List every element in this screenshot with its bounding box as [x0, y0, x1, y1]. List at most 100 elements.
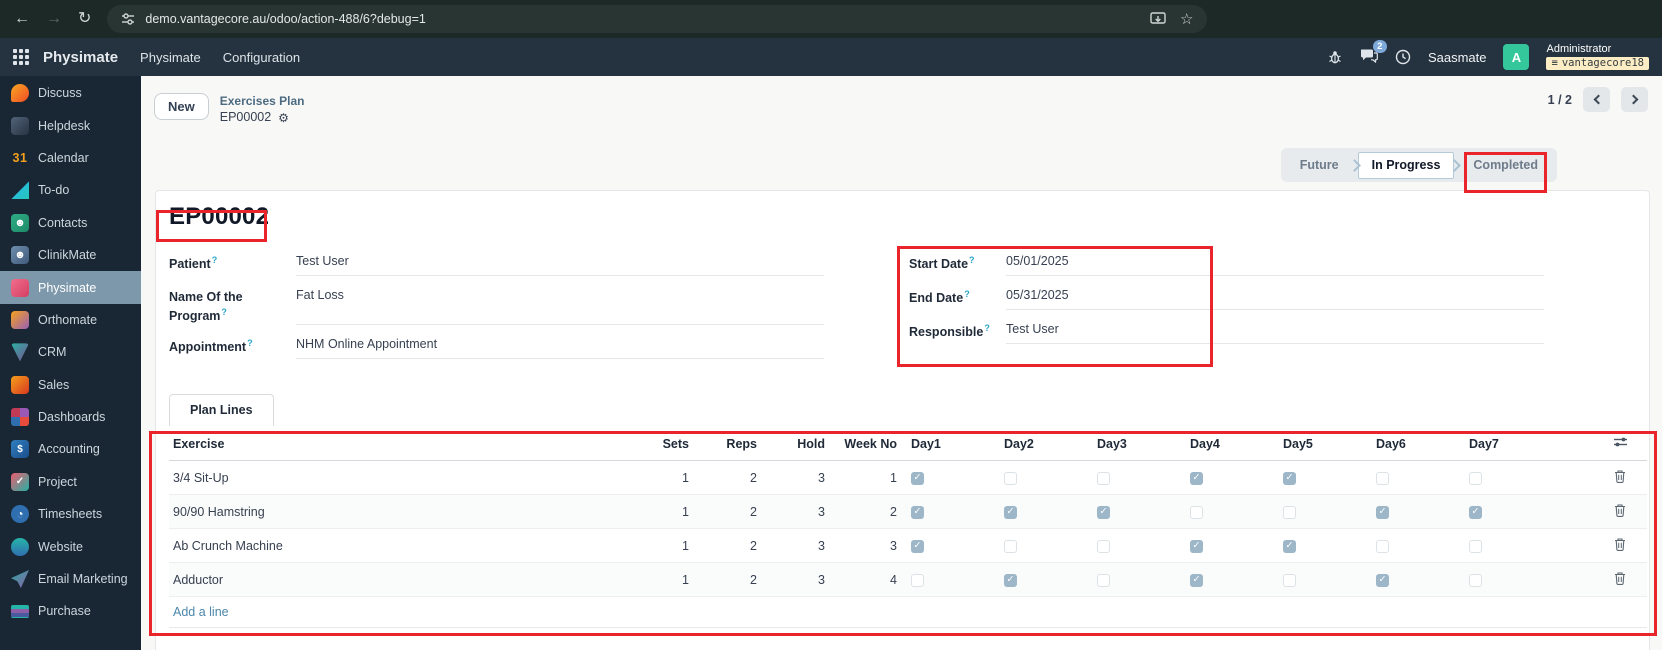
- sidebar-item-discuss[interactable]: Discuss: [0, 77, 141, 109]
- delete-row-cell[interactable]: [1593, 562, 1647, 597]
- apps-menu-icon[interactable]: [13, 49, 29, 65]
- column-header-day6[interactable]: Day6: [1372, 427, 1465, 462]
- week-no-cell[interactable]: 1: [835, 460, 907, 495]
- day7-checkbox[interactable]: [1469, 574, 1482, 587]
- stage-future[interactable]: Future: [1285, 158, 1354, 172]
- site-settings-icon[interactable]: [121, 12, 135, 26]
- sidebar-item-helpdesk[interactable]: Helpdesk: [0, 109, 141, 141]
- hold-cell[interactable]: 3: [767, 562, 835, 597]
- day2-checkbox[interactable]: [1004, 472, 1017, 485]
- day6-checkbox[interactable]: [1376, 574, 1389, 587]
- sidebar-item-website[interactable]: Website: [0, 530, 141, 562]
- patient-input[interactable]: Test User: [296, 251, 824, 276]
- stage-completed[interactable]: Completed: [1458, 158, 1553, 172]
- add-a-line-link[interactable]: Add a line: [169, 596, 1647, 629]
- day2-checkbox[interactable]: [1004, 506, 1017, 519]
- sidebar-item-to-do[interactable]: To-do: [0, 174, 141, 206]
- day5-checkbox[interactable]: [1283, 472, 1296, 485]
- pager-next-button[interactable]: [1621, 87, 1648, 112]
- week-no-cell[interactable]: 2: [835, 494, 907, 529]
- install-app-icon[interactable]: [1150, 12, 1166, 26]
- column-header-day2[interactable]: Day2: [1000, 427, 1093, 462]
- delete-row-icon[interactable]: [1614, 537, 1626, 552]
- day7-checkbox[interactable]: [1469, 540, 1482, 553]
- day2-checkbox[interactable]: [1004, 574, 1017, 587]
- exercise-cell[interactable]: Adductor: [169, 562, 639, 597]
- responsible-input[interactable]: Test User: [1006, 319, 1544, 344]
- menu-physimate[interactable]: Physimate: [140, 50, 201, 65]
- optional-columns-icon[interactable]: [1613, 436, 1628, 448]
- sidebar-item-orthomate[interactable]: Orthomate: [0, 304, 141, 336]
- column-header-day7[interactable]: Day7: [1465, 427, 1593, 462]
- stage-in-progress[interactable]: In Progress: [1357, 151, 1455, 179]
- start-date-input[interactable]: 05/01/2025: [1006, 251, 1544, 276]
- plan-line-row[interactable]: 90/90 Hamstring 1 2 3 2: [169, 494, 1647, 529]
- user-menu[interactable]: Administrator ≡ vantagecore18: [1546, 43, 1649, 71]
- column-header-sets[interactable]: Sets: [639, 427, 699, 462]
- day2-checkbox[interactable]: [1004, 540, 1017, 553]
- sidebar-item-calendar[interactable]: 31 Calendar: [0, 142, 141, 174]
- sidebar-item-accounting[interactable]: $ Accounting: [0, 433, 141, 465]
- delete-row-icon[interactable]: [1614, 571, 1626, 586]
- program-name-input[interactable]: Fat Loss: [296, 285, 824, 326]
- day3-checkbox[interactable]: [1097, 506, 1110, 519]
- hold-cell[interactable]: 3: [767, 494, 835, 529]
- column-header-exercise[interactable]: Exercise: [169, 427, 639, 462]
- sidebar-item-sales[interactable]: Sales: [0, 369, 141, 401]
- day3-checkbox[interactable]: [1097, 574, 1110, 587]
- settings-gear-icon[interactable]: ⚙: [278, 111, 289, 125]
- menu-configuration[interactable]: Configuration: [223, 50, 300, 65]
- delete-row-icon[interactable]: [1614, 503, 1626, 518]
- bookmark-star-icon[interactable]: ☆: [1180, 10, 1193, 28]
- reps-cell[interactable]: 2: [699, 562, 767, 597]
- day3-checkbox[interactable]: [1097, 540, 1110, 553]
- sidebar-item-contacts[interactable]: ☻ Contacts: [0, 207, 141, 239]
- user-avatar[interactable]: A: [1503, 44, 1530, 70]
- week-no-cell[interactable]: 3: [835, 528, 907, 563]
- day1-checkbox[interactable]: [911, 506, 924, 519]
- day5-checkbox[interactable]: [1283, 540, 1296, 553]
- sidebar-item-physimate[interactable]: Physimate: [0, 271, 141, 304]
- column-header-day5[interactable]: Day5: [1279, 427, 1372, 462]
- exercise-cell[interactable]: Ab Crunch Machine: [169, 528, 639, 563]
- day7-checkbox[interactable]: [1469, 472, 1482, 485]
- sets-cell[interactable]: 1: [639, 494, 699, 529]
- hold-cell[interactable]: 3: [767, 460, 835, 495]
- sidebar-item-email-marketing[interactable]: Email Marketing: [0, 563, 141, 595]
- plan-line-row[interactable]: 3/4 Sit-Up 1 2 3 1: [169, 460, 1647, 495]
- delete-row-icon[interactable]: [1614, 469, 1626, 484]
- sidebar-item-project[interactable]: ✓ Project: [0, 466, 141, 498]
- appointment-input[interactable]: NHM Online Appointment: [296, 334, 824, 360]
- sidebar-item-clinikmate[interactable]: ☻ ClinikMate: [0, 239, 141, 271]
- browser-forward-icon[interactable]: →: [46, 11, 62, 27]
- day1-checkbox[interactable]: [911, 540, 924, 553]
- delete-row-cell[interactable]: [1593, 494, 1647, 529]
- day6-checkbox[interactable]: [1376, 540, 1389, 553]
- day4-checkbox[interactable]: [1190, 472, 1203, 485]
- day4-checkbox[interactable]: [1190, 574, 1203, 587]
- sets-cell[interactable]: 1: [639, 528, 699, 563]
- day3-checkbox[interactable]: [1097, 472, 1110, 485]
- day1-checkbox[interactable]: [911, 574, 924, 587]
- sidebar-item-dashboards[interactable]: Dashboards: [0, 401, 141, 433]
- browser-back-icon[interactable]: ←: [14, 11, 30, 27]
- end-date-input[interactable]: 05/31/2025: [1006, 285, 1544, 310]
- address-bar[interactable]: demo.vantagecore.au/odoo/action-488/6?de…: [107, 5, 1208, 33]
- delete-row-cell[interactable]: [1593, 460, 1647, 495]
- reps-cell[interactable]: 2: [699, 494, 767, 529]
- reps-cell[interactable]: 2: [699, 528, 767, 563]
- hold-cell[interactable]: 3: [767, 528, 835, 563]
- messages-icon[interactable]: 2: [1360, 39, 1387, 68]
- day7-checkbox[interactable]: [1469, 506, 1482, 519]
- tab-plan-lines[interactable]: Plan Lines: [169, 394, 274, 427]
- column-header-reps[interactable]: Reps: [699, 427, 767, 462]
- activities-clock-icon[interactable]: [1395, 49, 1411, 65]
- exercise-cell[interactable]: 3/4 Sit-Up: [169, 460, 639, 495]
- app-brand[interactable]: Physimate: [43, 49, 118, 66]
- reps-cell[interactable]: 2: [699, 460, 767, 495]
- column-header-day3[interactable]: Day3: [1093, 427, 1186, 462]
- company-name[interactable]: Saasmate: [1428, 50, 1487, 65]
- column-header-day1[interactable]: Day1: [907, 427, 1000, 462]
- browser-reload-icon[interactable]: ↻: [78, 11, 91, 27]
- day1-checkbox[interactable]: [911, 472, 924, 485]
